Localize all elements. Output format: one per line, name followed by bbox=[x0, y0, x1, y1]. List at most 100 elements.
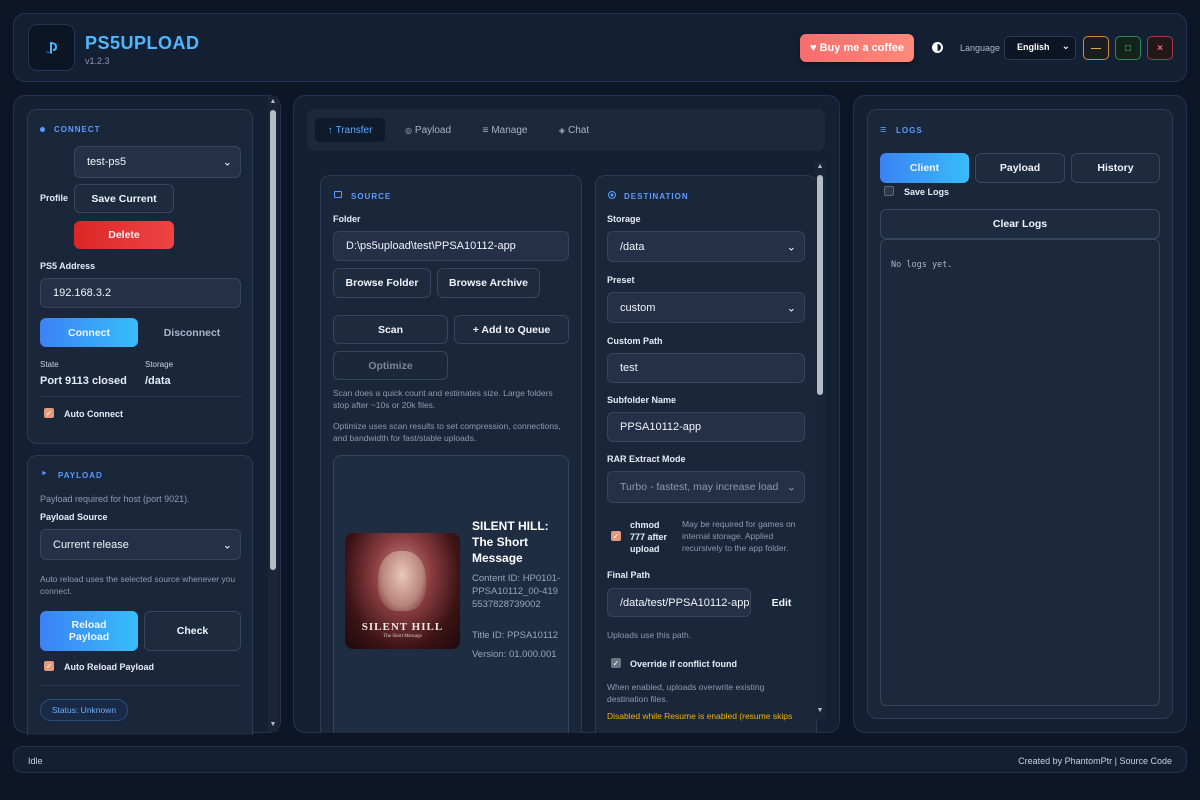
payload-section-title: PAYLOAD bbox=[58, 471, 103, 480]
scan-note: Scan does a quick count and estimates si… bbox=[333, 388, 553, 410]
scroll-up-icon[interactable]: ▲ bbox=[268, 98, 278, 105]
folder-icon bbox=[334, 191, 342, 198]
save-logs-checkbox[interactable] bbox=[884, 186, 894, 196]
app-header: PS5UPLOAD v1.2.3 ♥ Buy me a coffee Langu… bbox=[13, 13, 1187, 82]
ps5-address-input[interactable]: 192.168.3.2 bbox=[40, 278, 241, 308]
list-icon: ≡ bbox=[482, 124, 489, 136]
clear-logs-button[interactable]: Clear Logs bbox=[880, 209, 1160, 239]
payload-source-select[interactable]: Current release ⌄ bbox=[40, 529, 241, 560]
edit-path-button[interactable]: Edit bbox=[758, 588, 805, 617]
profile-select[interactable]: test-ps5 ⌄ bbox=[74, 146, 241, 178]
connect-button[interactable]: Connect bbox=[40, 318, 138, 347]
main-scrollbar-thumb[interactable] bbox=[817, 175, 823, 395]
auto-connect-checkbox[interactable]: ✓ bbox=[44, 408, 54, 418]
profile-label: Profile bbox=[40, 193, 69, 203]
chevron-down-icon: ⌄ bbox=[786, 302, 796, 314]
state-label: State bbox=[40, 360, 59, 369]
scroll-down-icon[interactable]: ▼ bbox=[815, 707, 825, 714]
minimize-button[interactable]: — bbox=[1083, 36, 1109, 60]
language-value: English bbox=[1017, 42, 1050, 52]
auto-reload-note: Auto reload uses the selected source whe… bbox=[40, 574, 236, 596]
buy-me-a-coffee-button[interactable]: ♥ Buy me a coffee bbox=[800, 34, 914, 62]
browse-folder-button[interactable]: Browse Folder bbox=[333, 268, 431, 298]
tab-payload[interactable]: ◎ Payload bbox=[397, 118, 459, 142]
storage-select[interactable]: /data ⌄ bbox=[607, 231, 805, 262]
connect-section-title: CONNECT bbox=[54, 125, 101, 134]
final-path-input[interactable]: /data/test/PPSA10112-app bbox=[607, 588, 751, 617]
state-value: Port 9113 closed bbox=[40, 375, 127, 387]
language-select[interactable]: English ⌄ bbox=[1004, 36, 1076, 60]
chmod-note: May be required for games on internal st… bbox=[682, 519, 796, 553]
cover-subtitle: The Short Message bbox=[383, 634, 422, 639]
uploads-note: Uploads use this path. bbox=[607, 630, 692, 640]
folder-label: Folder bbox=[333, 214, 361, 224]
tab-transfer[interactable]: ↑ Transfer bbox=[315, 118, 385, 142]
override-checkbox[interactable]: ✓ bbox=[611, 658, 621, 668]
subfolder-label: Subfolder Name bbox=[607, 395, 677, 405]
auto-connect-label: Auto Connect bbox=[64, 409, 123, 419]
optimize-note: Optimize uses scan results to set compre… bbox=[333, 421, 561, 443]
tab-manage[interactable]: ≡ Manage bbox=[475, 118, 535, 142]
app-logo bbox=[28, 24, 75, 71]
cover-title: SILENT HILL bbox=[361, 621, 444, 633]
logs-tab-payload[interactable]: Payload bbox=[975, 153, 1065, 183]
close-button[interactable]: × bbox=[1147, 36, 1173, 60]
delete-profile-button[interactable]: Delete bbox=[74, 221, 174, 249]
left-scrollbar-thumb[interactable] bbox=[270, 110, 276, 570]
logs-section-title: LOGS bbox=[896, 126, 923, 135]
log-output: No logs yet. bbox=[880, 239, 1160, 706]
storage-field-label: Storage bbox=[607, 214, 641, 224]
payload-source-label: Payload Source bbox=[40, 512, 108, 522]
tab-chat[interactable]: ◈ Chat bbox=[551, 118, 597, 142]
custom-path-input[interactable]: test bbox=[607, 353, 805, 383]
source-section-title: SOURCE bbox=[351, 192, 392, 201]
theme-toggle-icon[interactable] bbox=[932, 42, 943, 53]
preset-select[interactable]: custom ⌄ bbox=[607, 292, 805, 323]
reload-payload-button[interactable]: Reload Payload bbox=[40, 611, 138, 651]
auto-reload-checkbox[interactable]: ✓ bbox=[44, 661, 54, 671]
maximize-button[interactable]: □ bbox=[1115, 36, 1141, 60]
status-text: Idle bbox=[28, 756, 43, 766]
check-payload-button[interactable]: Check bbox=[144, 611, 241, 651]
logs-tab-history[interactable]: History bbox=[1071, 153, 1160, 183]
scroll-up-icon[interactable]: ▲ bbox=[815, 163, 825, 170]
game-title-id: Title ID: PPSA10112 bbox=[472, 630, 559, 641]
scroll-down-icon[interactable]: ▼ bbox=[268, 721, 278, 728]
resume-warning: Disabled while Resume is enabled (resume… bbox=[607, 711, 793, 721]
disconnect-button[interactable]: Disconnect bbox=[143, 318, 241, 347]
status-badge: Status: Unknown bbox=[40, 699, 128, 721]
rar-mode-value: Turbo - fastest, may increase load bbox=[620, 481, 779, 493]
save-current-button[interactable]: Save Current bbox=[74, 184, 174, 213]
chmod-checkbox[interactable]: ✓ bbox=[611, 531, 621, 541]
chevron-down-icon: ⌄ bbox=[222, 156, 232, 169]
override-label: Override if conflict found bbox=[630, 659, 738, 669]
game-version: Version: 01.000.001 bbox=[472, 649, 557, 660]
app-title: PS5UPLOAD bbox=[85, 33, 200, 53]
final-path-label: Final Path bbox=[607, 570, 651, 580]
ps5-address-label: PS5 Address bbox=[40, 261, 96, 271]
folder-input[interactable]: D:\ps5upload\test\PPSA10112-app bbox=[333, 231, 569, 261]
storage-select-value: /data bbox=[620, 240, 645, 253]
add-to-queue-button[interactable]: + Add to Queue bbox=[454, 315, 569, 344]
chmod-label: chmod 777 after upload bbox=[630, 520, 668, 554]
play-icon: ► bbox=[41, 470, 48, 477]
optimize-button[interactable]: Optimize bbox=[333, 351, 448, 380]
payload-source-value: Current release bbox=[53, 538, 129, 551]
chevron-down-icon: ⌄ bbox=[786, 481, 796, 494]
override-note: When enabled, uploads overwrite existing… bbox=[607, 682, 765, 704]
credits-link[interactable]: Created by PhantomPtr | Source Code bbox=[1018, 756, 1172, 766]
logs-tab-client[interactable]: Client bbox=[880, 153, 969, 183]
rar-mode-select[interactable]: Turbo - fastest, may increase load ⌄ bbox=[607, 471, 805, 503]
chat-icon: ◈ bbox=[558, 125, 566, 135]
playstation-icon bbox=[45, 41, 57, 54]
preset-value: custom bbox=[620, 301, 656, 314]
subfolder-input[interactable]: PPSA10112-app bbox=[607, 412, 805, 442]
save-logs-label: Save Logs bbox=[904, 187, 950, 197]
browse-archive-button[interactable]: Browse Archive bbox=[437, 268, 540, 298]
cover-art bbox=[378, 551, 426, 611]
auto-reload-label: Auto Reload Payload bbox=[64, 662, 155, 672]
scan-button[interactable]: Scan bbox=[333, 315, 448, 344]
chevron-down-icon: ⌄ bbox=[786, 241, 796, 253]
profile-value: test-ps5 bbox=[87, 156, 127, 168]
divider bbox=[40, 685, 241, 686]
